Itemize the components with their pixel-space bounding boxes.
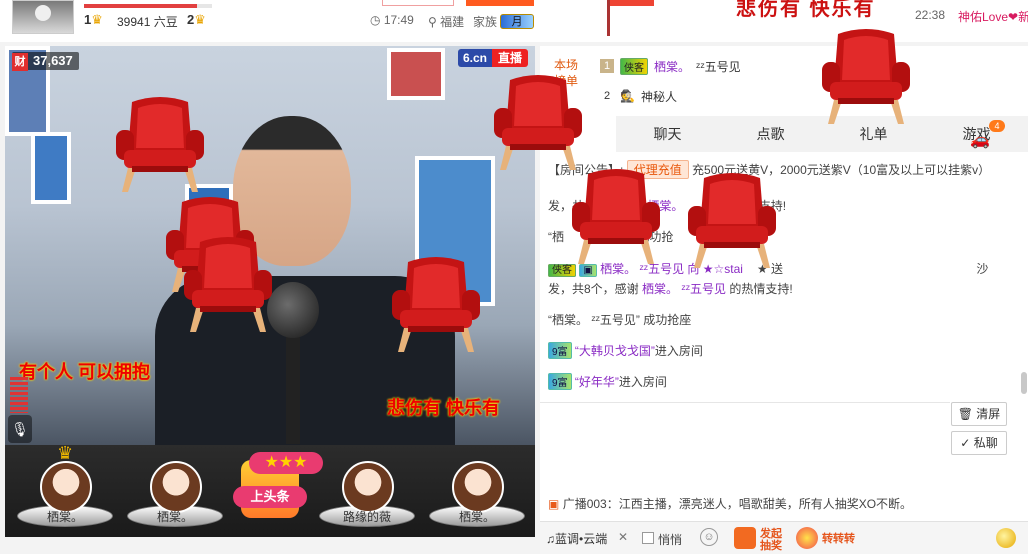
broadcast-line: ▣ 广播003：江西主播，漂亮迷人，唱歌甜美，所有人抽奖XO不断。 bbox=[548, 497, 913, 511]
username-top[interactable]: 神佑Love❤新 bbox=[958, 8, 1028, 25]
whisper-checkbox[interactable] bbox=[642, 532, 654, 544]
live-room-window: 1♛ 39941 六豆 2♛ ◷ 17:49 ⚲ 福建 家族 月 悲伤有 快乐有… bbox=[0, 0, 1028, 554]
car-icon[interactable]: 🚗 bbox=[970, 130, 990, 150]
chair-gift bbox=[684, 172, 780, 272]
private-chat-button[interactable]: ✓ 私聊 bbox=[951, 431, 1007, 455]
chair-gift bbox=[818, 28, 914, 128]
family-label: 家族 bbox=[473, 15, 498, 29]
headline-label: 上头条 bbox=[233, 486, 307, 508]
seat-avatar bbox=[342, 461, 394, 513]
chat-message: “栖棠。 ᶻᶻ五号见” 成功抢座 bbox=[548, 313, 692, 327]
mic-icon[interactable]: 🎙 bbox=[8, 415, 32, 443]
brand-logo: 6.cn 直播 bbox=[458, 49, 529, 67]
seat-name: 栖棠。 bbox=[156, 510, 193, 524]
gift-button[interactable] bbox=[466, 0, 534, 6]
seat-2[interactable]: 栖棠。 bbox=[127, 445, 223, 537]
chat-scrollbar[interactable] bbox=[1021, 372, 1027, 394]
seat-4[interactable]: 路缘的薇 bbox=[319, 445, 415, 537]
chair-gift bbox=[568, 168, 664, 268]
seat-avatar bbox=[452, 461, 504, 513]
tab-songs[interactable]: 点歌 bbox=[719, 124, 822, 144]
chair-gift bbox=[490, 74, 586, 174]
side-panel: 本场榜单 1 侠客 栖棠。 ᶻᶻ五号见 2 🕵 神秘人 聊天 点歌 礼单 游戏 … bbox=[540, 46, 1028, 554]
seat-avatar bbox=[150, 461, 202, 513]
wall-poster bbox=[31, 132, 71, 204]
chat-message: 9富 “大韩贝戈戈国”进入房间 bbox=[548, 342, 703, 359]
coin-icon[interactable] bbox=[996, 528, 1016, 548]
clear-screen-button[interactable]: 🗑 清屏 bbox=[951, 402, 1007, 426]
follow-button[interactable] bbox=[382, 0, 454, 6]
wealth-icon: 财 bbox=[12, 53, 28, 71]
wealth-level: 2♛ bbox=[187, 12, 206, 27]
seat-5[interactable]: 栖棠。 bbox=[429, 445, 525, 537]
whisper-label: 悄悄 bbox=[658, 533, 683, 547]
spin-wheel-icon[interactable] bbox=[796, 527, 818, 549]
spin-label[interactable]: 转转转 bbox=[822, 533, 855, 545]
volume-meter bbox=[10, 377, 28, 413]
crown-icon: ♛ bbox=[57, 443, 74, 463]
tab-chat[interactable]: 聊天 bbox=[616, 124, 719, 144]
lyric-right: 悲伤有 快乐有 bbox=[387, 398, 501, 418]
host-level: 1♛ bbox=[84, 12, 103, 27]
emoji-icon[interactable]: ☺ bbox=[700, 528, 718, 546]
car-badge: 4 bbox=[989, 120, 1005, 132]
song-ticker[interactable]: ♫蓝调•云端 bbox=[546, 530, 628, 548]
close-song-icon[interactable]: ✕ bbox=[618, 530, 628, 544]
mic-stand bbox=[286, 334, 300, 444]
chair-gift bbox=[112, 96, 208, 196]
lottery-label[interactable]: 发起 抽奖 bbox=[760, 528, 786, 552]
headline-button[interactable]: ★★★ 上头条 bbox=[233, 452, 323, 518]
star-icon: ★★★ bbox=[249, 452, 323, 474]
seat-name: 栖棠。 bbox=[46, 510, 83, 524]
chat-input-bar: ♫蓝调•云端 ✕ 悄悄 ☺ 发起 抽奖 转转转 bbox=[540, 521, 1028, 554]
rank-list: 本场榜单 1 侠客 栖棠。 ᶻᶻ五号见 2 🕵 神秘人 bbox=[540, 46, 1028, 116]
incognito-icon: 🕵 bbox=[620, 89, 635, 103]
divider bbox=[540, 402, 950, 403]
seat-avatar bbox=[40, 461, 92, 513]
seat-1[interactable]: ♛ 栖棠。 bbox=[17, 443, 113, 537]
chat-message: 发，共8个，感谢 栖棠。 ᶻᶻ五号见 的热情支持! bbox=[548, 282, 793, 296]
lottery-icon[interactable] bbox=[734, 527, 756, 549]
headline-banner: 悲伤有 快乐有 bbox=[736, 0, 876, 20]
clock: 22:38 bbox=[915, 8, 946, 22]
wall-poster bbox=[387, 48, 445, 100]
rank-row[interactable]: 1 侠客 栖棠。 ᶻᶻ五号见 bbox=[600, 55, 741, 77]
level-progress-bar bbox=[84, 4, 212, 8]
lyric-left: 有个人 可以拥抱 bbox=[19, 362, 151, 382]
family-badge[interactable]: 月 bbox=[500, 14, 534, 29]
viewer-count: 财 37,637 bbox=[12, 52, 79, 71]
seat-name: 路缘的薇 bbox=[342, 510, 391, 524]
host-avatar[interactable] bbox=[12, 0, 74, 34]
chat-message: 9富 “好年华”进入房间 bbox=[548, 373, 667, 390]
seat-bar: ♛ 栖棠。 栖棠。 ★★★ 上头条 路缘的薇 栖棠。 bbox=[5, 443, 535, 537]
chair-gift bbox=[180, 236, 276, 336]
rank-row[interactable]: 2 🕵 神秘人 bbox=[600, 85, 677, 107]
stream-time: ◷ 17:49 bbox=[370, 13, 414, 27]
location: ⚲ 福建 bbox=[428, 15, 465, 29]
flag-banner bbox=[610, 0, 654, 6]
chair-gift bbox=[388, 256, 484, 356]
beans-count: 39941 六豆 bbox=[117, 15, 178, 29]
seat-name: 栖棠。 bbox=[458, 510, 495, 524]
